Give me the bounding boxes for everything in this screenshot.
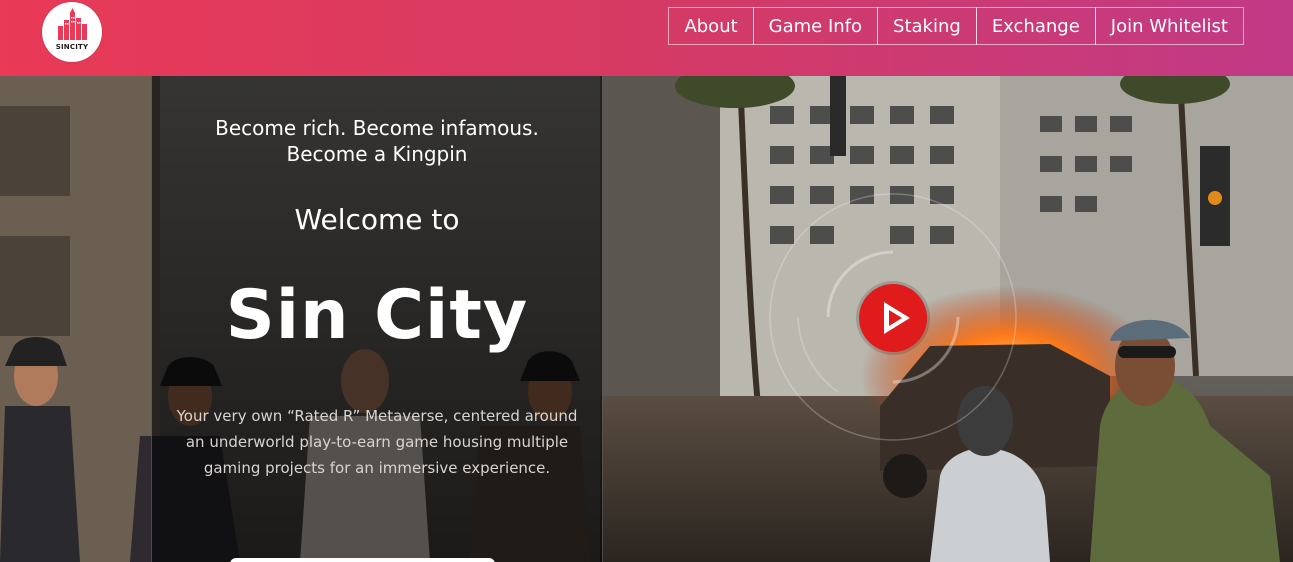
- hero-title: Sin City: [225, 276, 529, 355]
- hero-section: Become rich. Become infamous. Become a K…: [0, 76, 1293, 562]
- nav-about[interactable]: About: [668, 7, 754, 45]
- play-video-button[interactable]: [859, 284, 927, 352]
- nav-join-whitelist[interactable]: Join Whitelist: [1094, 7, 1244, 45]
- tagline-line-1: Become rich. Become infamous.: [215, 116, 539, 140]
- sincity-logo[interactable]: SINCITY: [42, 2, 102, 62]
- nav-staking[interactable]: Staking: [877, 7, 977, 45]
- tagline-line-2: Become a Kingpin: [286, 142, 468, 166]
- nav-exchange[interactable]: Exchange: [975, 7, 1096, 45]
- logo-text: SINCITY: [55, 43, 89, 51]
- welcome-text: Welcome to: [294, 203, 460, 236]
- nav-game-info[interactable]: Game Info: [752, 7, 879, 45]
- hero-description: Your very own “Rated R” Metaverse, cente…: [176, 407, 578, 477]
- site-header: SINCITY About Game Info Staking Exchange…: [0, 0, 1293, 76]
- main-nav: About Game Info Staking Exchange Join Wh…: [668, 7, 1244, 45]
- play-icon: [884, 302, 910, 334]
- hero-tagline: Become rich. Become infamous. Become a K…: [152, 115, 602, 167]
- cta-button[interactable]: [230, 558, 495, 562]
- hero-text-panel: Become rich. Become infamous. Become a K…: [151, 76, 603, 562]
- city-skyline-icon: [58, 8, 87, 40]
